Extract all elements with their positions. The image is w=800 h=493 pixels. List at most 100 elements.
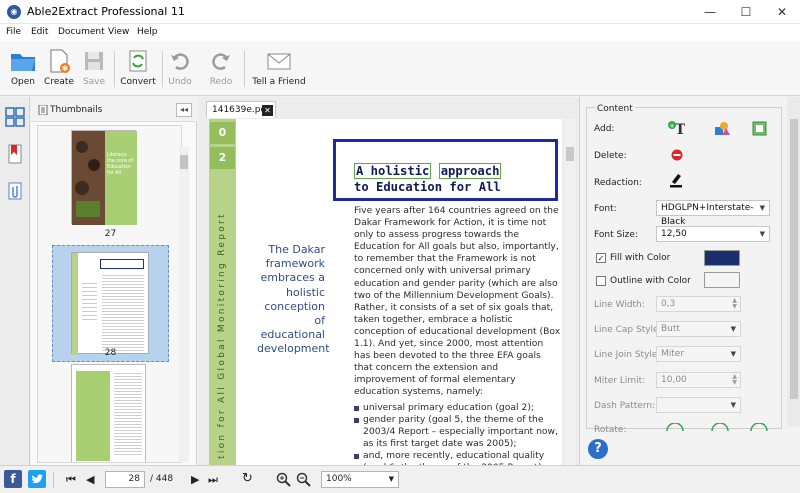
line-join-label: Line Join Style: bbox=[594, 350, 661, 360]
marker-icon[interactable] bbox=[668, 172, 684, 188]
close-tab-icon[interactable]: ✕ bbox=[262, 105, 273, 116]
thumbnails-title: Thumbnails bbox=[50, 105, 103, 115]
thumbnails-scrollbar[interactable] bbox=[179, 147, 189, 462]
thumbnails-scroll-thumb[interactable] bbox=[180, 155, 188, 169]
next-page-icon[interactable]: ▶ bbox=[191, 473, 199, 486]
document-tab[interactable]: 141639e.pdf ✕ bbox=[206, 101, 276, 118]
headline-word-selected[interactable]: approach bbox=[438, 163, 502, 179]
zoom-out-icon[interactable] bbox=[296, 472, 311, 487]
add-image-icon[interactable] bbox=[750, 119, 768, 137]
tell-a-friend-button[interactable]: Tell a Friend bbox=[252, 44, 306, 94]
add-text-icon[interactable]: T + bbox=[667, 119, 685, 137]
pdf-page[interactable]: 0 2 tion for All Global Monitoring Repor… bbox=[209, 119, 562, 465]
pull-quote: The Dakar framework embraces a holistic … bbox=[257, 243, 330, 356]
collapse-panel-button[interactable]: ◂◂ bbox=[176, 103, 192, 117]
side-tab-bar bbox=[0, 97, 30, 465]
status-bar: f ⏮ ◀ 28 / 448 ▶ ⏭ ↻ 100% ▼ bbox=[0, 465, 800, 493]
line-cap-select[interactable]: Butt ▼ bbox=[656, 321, 741, 337]
thumbnails-tab[interactable] bbox=[3, 105, 27, 129]
outline-color-swatch[interactable] bbox=[704, 272, 740, 288]
close-button[interactable]: ✕ bbox=[764, 0, 800, 24]
previous-page-icon[interactable]: ◀ bbox=[86, 473, 94, 486]
minimize-button[interactable]: — bbox=[692, 0, 728, 24]
save-button[interactable]: Save bbox=[80, 44, 108, 94]
thumbnail-selection[interactable] bbox=[52, 245, 169, 362]
miter-limit-spinner[interactable]: 10,00 ▲ ▼ bbox=[656, 372, 741, 388]
attachments-tab[interactable] bbox=[3, 179, 27, 203]
font-size-select[interactable]: 12,50 ▼ bbox=[656, 226, 770, 242]
chevron-down-icon: ▼ bbox=[730, 325, 736, 333]
thumbnail-page-28[interactable] bbox=[71, 252, 149, 355]
line-width-label: Line Width: bbox=[594, 300, 645, 310]
rotate-180-icon[interactable] bbox=[711, 423, 729, 431]
twitter-icon[interactable] bbox=[28, 470, 46, 488]
folder-icon bbox=[11, 54, 35, 71]
fill-color-swatch[interactable] bbox=[704, 250, 740, 266]
vertical-report-title: tion for All Global Monitoring Report bbox=[217, 212, 227, 459]
undo-button[interactable]: Undo bbox=[166, 44, 194, 94]
paperclip-icon bbox=[8, 182, 22, 200]
line-join-select[interactable]: Miter ▼ bbox=[656, 346, 741, 362]
fill-with-color-checkbox[interactable]: ✓ bbox=[596, 253, 606, 263]
chevron-down-icon: ▼ bbox=[388, 475, 394, 483]
rotate-270-icon[interactable] bbox=[750, 423, 768, 431]
menu-help[interactable]: Help bbox=[137, 27, 158, 37]
properties-scrollbar[interactable] bbox=[787, 97, 800, 427]
add-shape-icon[interactable] bbox=[712, 119, 730, 137]
thumbnail-page-29[interactable] bbox=[71, 364, 146, 462]
title-bar: ◉ Able2Extract Professional 11 — ☐ ✕ bbox=[0, 0, 800, 24]
open-button[interactable]: Open bbox=[6, 44, 40, 94]
facebook-icon[interactable]: f bbox=[4, 470, 22, 488]
envelope-icon bbox=[267, 53, 291, 70]
toolbar: Open ✱ Create Save Convert Undo Redo Tel… bbox=[0, 41, 800, 96]
fill-with-color-label: Fill with Color bbox=[610, 253, 671, 263]
thumbnail-list[interactable]: Literacy: the core of Education for All … bbox=[37, 125, 182, 463]
page-total: / 448 bbox=[150, 474, 174, 484]
document-scroll-thumb[interactable] bbox=[566, 147, 574, 161]
miter-limit-label: Miter Limit: bbox=[594, 376, 646, 386]
menu-view[interactable]: View bbox=[108, 27, 129, 37]
floppy-disk-icon bbox=[85, 52, 103, 70]
toolbar-separator bbox=[244, 51, 245, 87]
convert-button[interactable]: Convert bbox=[120, 44, 156, 94]
zoom-select[interactable]: 100% ▼ bbox=[321, 471, 399, 488]
first-page-icon[interactable]: ⏮ bbox=[66, 473, 76, 487]
status-separator bbox=[53, 472, 54, 488]
properties-scroll-thumb[interactable] bbox=[790, 119, 798, 399]
bookmarks-tab[interactable] bbox=[3, 142, 27, 166]
menu-document[interactable]: Document bbox=[58, 27, 105, 37]
page-number-input[interactable]: 28 bbox=[105, 471, 145, 488]
maximize-button[interactable]: ☐ bbox=[728, 0, 764, 24]
menu-file[interactable]: File bbox=[6, 27, 21, 37]
dash-pattern-select[interactable]: ▼ bbox=[656, 397, 741, 413]
delete-icon[interactable] bbox=[671, 149, 683, 161]
help-button[interactable]: ? bbox=[588, 439, 608, 459]
font-size-label: Font Size: bbox=[594, 230, 638, 240]
headline-word-selected[interactable]: A holistic bbox=[354, 163, 432, 179]
chapter-band: 0 2 tion for All Global Monitoring Repor… bbox=[209, 119, 236, 465]
thumbnail-page-27[interactable]: Literacy: the core of Education for All bbox=[71, 130, 137, 225]
last-page-icon[interactable]: ⏭ bbox=[208, 473, 218, 487]
line-width-spinner[interactable]: 0,3 ▲ ▼ bbox=[656, 296, 741, 312]
create-button[interactable]: ✱ Create bbox=[42, 44, 76, 94]
rotate-90-icon[interactable] bbox=[666, 423, 684, 431]
window-title: Able2Extract Professional 11 bbox=[27, 5, 185, 18]
document-tab-name: 141639e.pdf bbox=[212, 105, 270, 115]
redo-button[interactable]: Redo bbox=[207, 44, 235, 94]
rotate-view-icon[interactable]: ↻ bbox=[242, 471, 253, 486]
document-view: 141639e.pdf ✕ 0 2 tion for All Global Mo… bbox=[199, 97, 578, 465]
headline[interactable]: A holistic approach to Education for All bbox=[354, 163, 502, 195]
zoom-in-icon[interactable] bbox=[276, 472, 291, 487]
outline-with-color-checkbox[interactable] bbox=[596, 276, 606, 286]
toolbar-separator bbox=[114, 51, 115, 87]
chapter-digit: 2 bbox=[210, 147, 235, 169]
thumbnail-label-28: 28 bbox=[104, 348, 117, 358]
menu-edit[interactable]: Edit bbox=[31, 27, 48, 37]
thumbnails-header: Thumbnails ◂◂ bbox=[31, 97, 197, 122]
font-select[interactable]: HDGLPN+Interstate-Black ▼ bbox=[656, 200, 770, 227]
redo-icon bbox=[212, 53, 230, 70]
thumbnail-cover-text: Literacy: the core of Education for All bbox=[107, 153, 133, 176]
svg-text:+: + bbox=[669, 122, 675, 130]
headline-line-2: to Education for All bbox=[354, 180, 501, 194]
document-scrollbar[interactable] bbox=[564, 119, 576, 465]
